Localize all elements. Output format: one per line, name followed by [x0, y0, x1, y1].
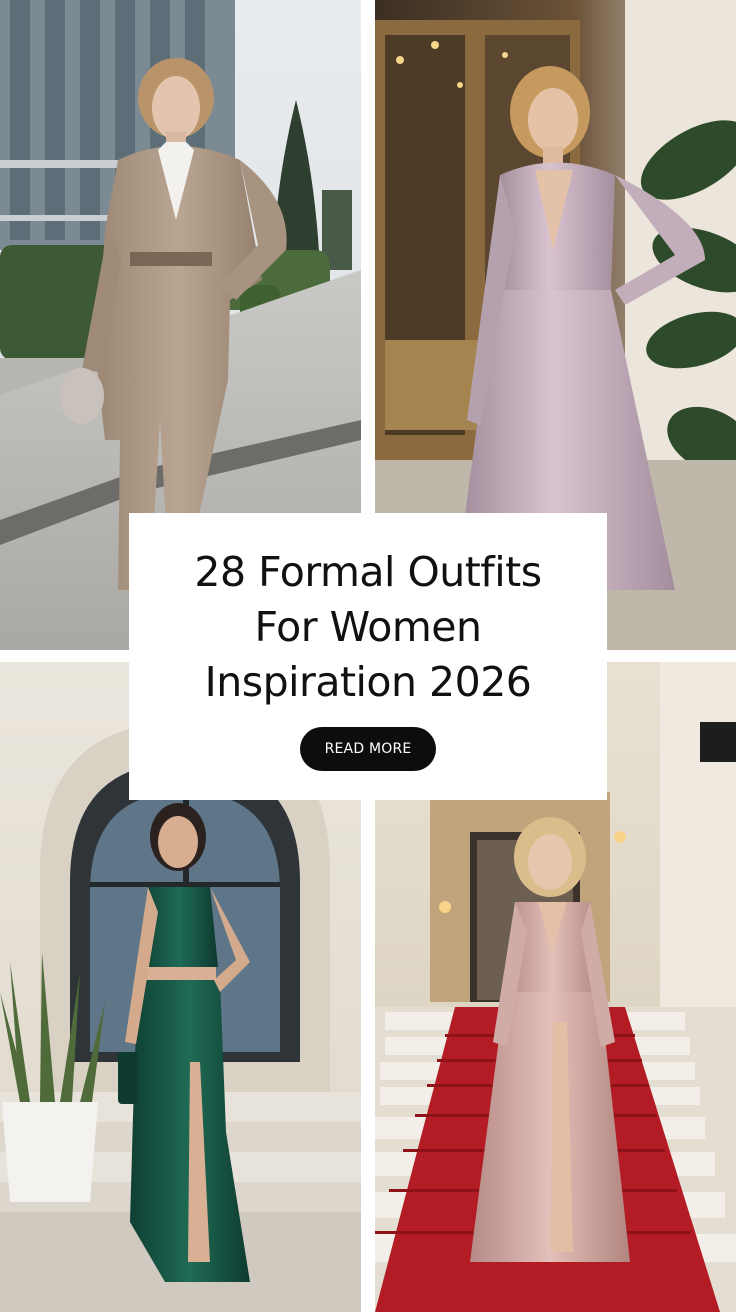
- title-line-2: For Women: [254, 603, 482, 651]
- read-more-button[interactable]: READ MORE: [300, 727, 436, 771]
- title-card: 28 Formal Outfits For Women Inspiration …: [129, 513, 607, 800]
- title-line-1: 28 Formal Outfits: [194, 548, 542, 596]
- title-line-3: Inspiration 2026: [204, 658, 532, 706]
